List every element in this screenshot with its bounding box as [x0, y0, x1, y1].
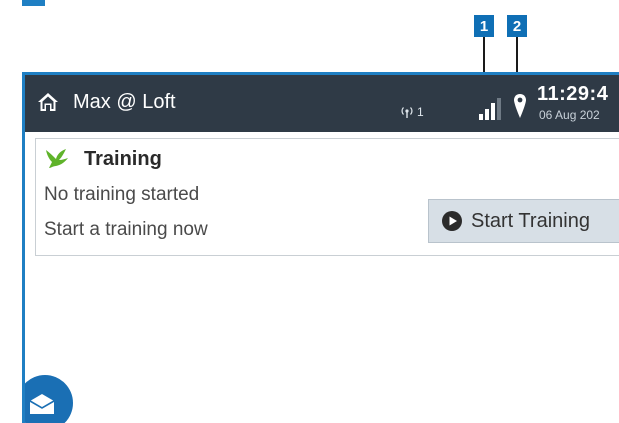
location-pin-icon [514, 94, 526, 118]
envelope-icon [29, 394, 55, 414]
home-icon[interactable] [37, 92, 59, 112]
start-training-button[interactable]: Start Training [428, 199, 619, 243]
training-card: Training No training started Start a tra… [35, 138, 619, 256]
top-bar: Max @ Loft 1 11:29:4 06 Aug 202 [25, 75, 619, 132]
start-training-label: Start Training [471, 209, 590, 232]
bird-icon [46, 149, 68, 168]
antenna-icon [401, 107, 413, 118]
top-marker [22, 0, 45, 6]
training-title: Training [84, 148, 162, 170]
device-screen: Max @ Loft 1 11:29:4 06 Aug 202 Training… [22, 72, 619, 423]
loft-title: Max @ Loft [73, 91, 176, 113]
training-status: No training started [44, 184, 200, 205]
messages-button[interactable] [25, 375, 73, 423]
callout-1: 1 [474, 15, 494, 37]
clock-time: 11:29:4 [537, 83, 609, 105]
clock-date: 06 Aug 202 [539, 108, 600, 122]
signal-strength-icon [479, 98, 501, 120]
antenna-indicator: 1 [400, 105, 424, 119]
callout-2: 2 [507, 15, 527, 37]
play-icon [442, 211, 462, 231]
training-prompt: Start a training now [44, 219, 208, 240]
antenna-count: 1 [417, 105, 424, 119]
